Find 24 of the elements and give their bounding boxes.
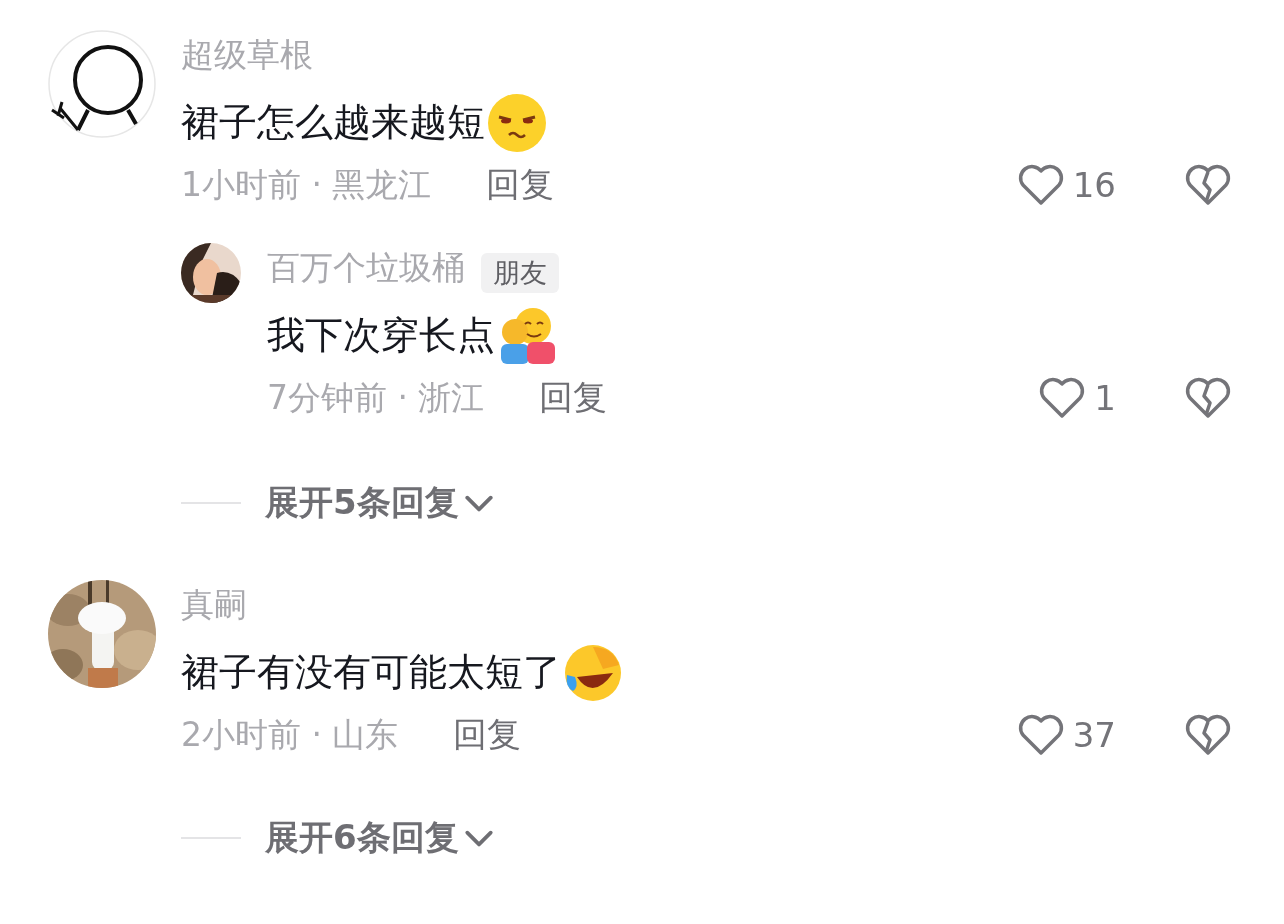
reply-button[interactable]: 回复 [453, 712, 522, 758]
like-count: 1 [1094, 378, 1116, 418]
heart-icon[interactable] [1038, 376, 1087, 420]
expand-replies-button[interactable]: 展开5条回复 [265, 480, 495, 526]
like-count: 16 [1072, 165, 1116, 205]
broken-heart-icon[interactable] [1184, 713, 1232, 757]
comment-text: 裙子有没有可能太短了 [181, 649, 561, 696]
broken-heart-icon[interactable] [1184, 376, 1232, 420]
friend-badge: 朋友 [481, 253, 559, 293]
comment-text: 裙子怎么越来越短 [181, 99, 485, 146]
emoji-face-icon [487, 92, 547, 153]
like-count: 37 [1072, 715, 1116, 755]
broken-heart-icon[interactable] [1184, 163, 1232, 207]
heart-icon[interactable] [1016, 163, 1065, 207]
time-location: 7分钟前 · 浙江 [267, 376, 485, 419]
reply-button[interactable]: 回复 [486, 162, 555, 208]
heart-icon[interactable] [1016, 713, 1065, 757]
comment-text: 我下次穿长点 [267, 312, 495, 359]
avatar-drawing[interactable] [48, 30, 156, 138]
time-location: 2小时前 · 山东 [181, 713, 399, 756]
time-location: 1小时前 · 黑龙江 [181, 163, 432, 206]
reply-button[interactable]: 回复 [539, 375, 608, 421]
expand-replies-button[interactable]: 展开6条回复 [265, 815, 495, 861]
laughing-face-icon [563, 642, 623, 703]
